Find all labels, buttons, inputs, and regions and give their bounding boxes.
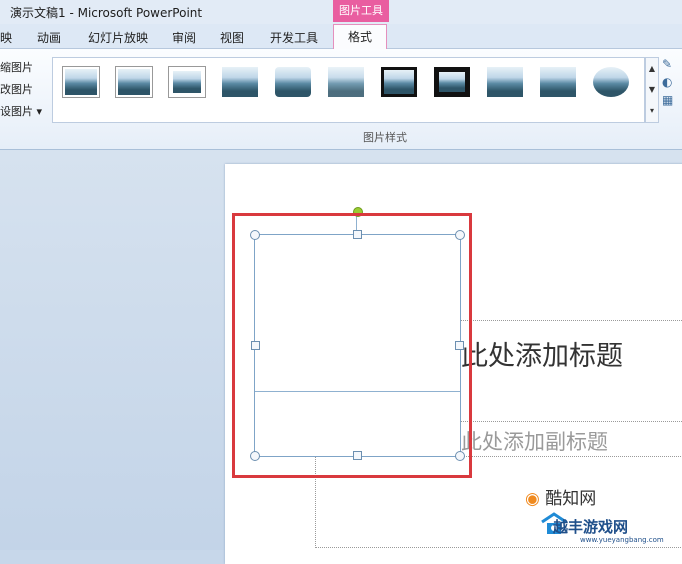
picture-tools-context-tab: 图片工具 bbox=[333, 0, 389, 22]
picture-style-thick-black-frame[interactable] bbox=[432, 65, 472, 99]
tab-review[interactable]: 审阅 bbox=[172, 29, 196, 46]
window-title: 演示文稿1 - Microsoft PowerPoint bbox=[10, 6, 203, 20]
picture-border-icon[interactable]: ✎ bbox=[662, 57, 680, 75]
picture-style-soft-reflection[interactable] bbox=[326, 65, 366, 99]
scroll-down-icon[interactable]: ▼ bbox=[646, 79, 658, 100]
picture-style-soft-edge[interactable] bbox=[114, 65, 154, 99]
slide-canvas[interactable]: 此处添加标题 此处添加副标题 ◉ 酷知网 越丰游戏网 www.yueyangba… bbox=[225, 164, 682, 564]
ribbon: 缩图片 改图片 设图片 ▾ ▲ ▼ ▾ ✎ ◐ ▦ 图片样式 bbox=[0, 49, 682, 150]
picture-style-simple-frame-white[interactable] bbox=[61, 65, 101, 99]
site-name-watermark: 越丰游戏网 bbox=[553, 518, 629, 536]
highlight-box bbox=[232, 213, 472, 478]
gallery-scrollbar[interactable]: ▲ ▼ ▾ bbox=[645, 57, 659, 123]
brand-logo-icon: ◉ bbox=[525, 489, 540, 509]
ribbon-tab-row: 映 动画 幻灯片放映 审阅 视图 开发工具 格式 bbox=[0, 24, 682, 49]
picture-layout-icon[interactable]: ▦ bbox=[662, 93, 680, 111]
picture-style-oval[interactable] bbox=[591, 65, 631, 99]
reset-picture-button[interactable]: 设图片 ▾ bbox=[0, 103, 42, 121]
title-placeholder-text[interactable]: 此处添加标题 bbox=[461, 334, 623, 373]
tab-view[interactable]: 视图 bbox=[220, 29, 244, 46]
tab-slide-show[interactable]: 幻灯片放映 bbox=[88, 29, 148, 46]
change-picture-button[interactable]: 改图片 bbox=[0, 81, 33, 99]
subtitle-placeholder-text[interactable]: 此处添加副标题 bbox=[461, 426, 608, 456]
tab-developer[interactable]: 开发工具 bbox=[270, 29, 318, 46]
compress-pictures-button[interactable]: 缩图片 bbox=[0, 59, 33, 77]
picture-style-thick-matte[interactable] bbox=[167, 65, 207, 99]
title-bar: 演示文稿1 - Microsoft PowerPoint 图片工具 bbox=[0, 0, 682, 24]
tab-animations[interactable]: 动画 bbox=[37, 29, 61, 46]
picture-styles-gallery bbox=[52, 57, 645, 123]
picture-style-reflected-rounded[interactable] bbox=[273, 65, 313, 99]
picture-style-options: ✎ ◐ ▦ bbox=[662, 57, 680, 111]
picture-effects-icon[interactable]: ◐ bbox=[662, 75, 680, 93]
picture-style-reflected[interactable] bbox=[220, 65, 260, 99]
picture-style-perspective[interactable] bbox=[485, 65, 525, 99]
tab-slideshow-partial[interactable]: 映 bbox=[0, 29, 12, 46]
brand-watermark: ◉ 酷知网 bbox=[525, 489, 597, 509]
picture-styles-group-label: 图片样式 bbox=[363, 131, 407, 144]
site-url-watermark: www.yueyangbang.com bbox=[580, 536, 664, 544]
tab-format[interactable]: 格式 bbox=[333, 24, 388, 49]
picture-style-bevel[interactable] bbox=[538, 65, 578, 99]
scroll-up-icon[interactable]: ▲ bbox=[646, 58, 658, 79]
gallery-more-icon[interactable]: ▾ bbox=[646, 100, 658, 121]
slide-workspace: 此处添加标题 此处添加副标题 ◉ 酷知网 越丰游戏网 www.yueyangba… bbox=[0, 150, 682, 564]
picture-style-black-frame[interactable] bbox=[379, 65, 419, 99]
